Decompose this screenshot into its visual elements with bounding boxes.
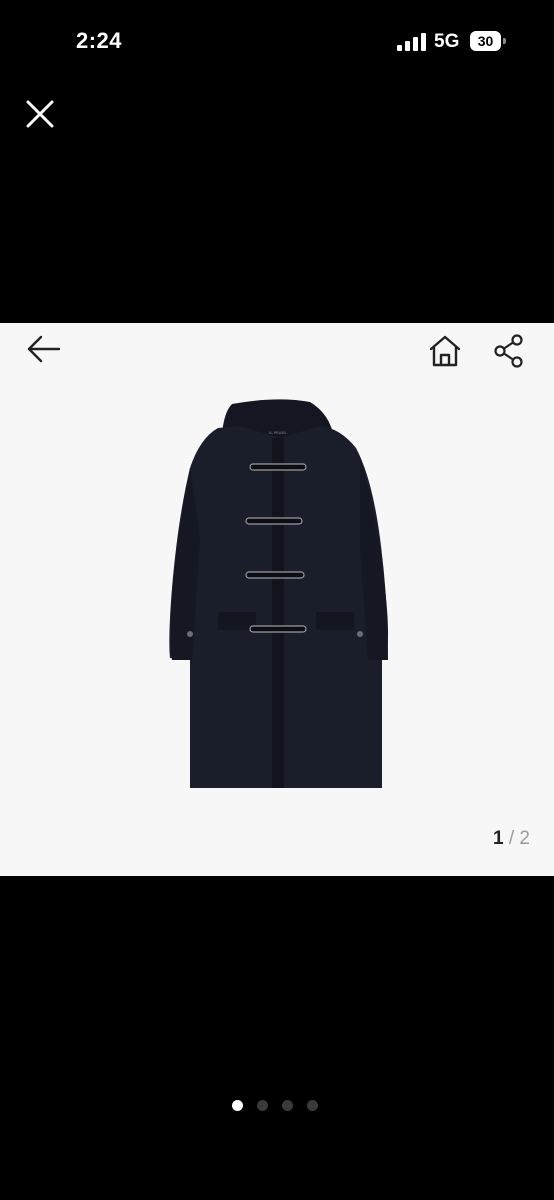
close-button[interactable]: [22, 96, 58, 132]
brand-label: IL PEARL: [269, 430, 287, 435]
counter-separator: /: [508, 828, 515, 849]
counter-total: 2: [519, 828, 530, 849]
page-indicator: [232, 1100, 332, 1112]
network-type: 5G: [434, 31, 460, 52]
status-bar: 2:24 5G 30: [0, 0, 554, 84]
home-icon: [429, 335, 461, 367]
share-button[interactable]: [493, 333, 525, 369]
close-icon: [26, 100, 54, 128]
signal-strength-icon: [397, 33, 427, 51]
page-dot[interactable]: [232, 1100, 243, 1111]
page-dot[interactable]: [257, 1100, 268, 1111]
battery-level: 30: [470, 31, 501, 51]
page-dot[interactable]: [282, 1100, 293, 1111]
home-button[interactable]: [427, 333, 463, 369]
page-dot[interactable]: [307, 1100, 318, 1111]
back-button[interactable]: [26, 333, 62, 365]
status-time: 2:24: [76, 28, 123, 53]
arrow-left-icon: [27, 335, 61, 363]
share-icon: [494, 334, 523, 368]
battery-icon: 30: [470, 31, 506, 51]
duffle-coat-image: IL PEARL: [169, 399, 388, 788]
counter-current: 1: [493, 828, 504, 849]
image-counter: 1 / 2: [493, 828, 530, 850]
